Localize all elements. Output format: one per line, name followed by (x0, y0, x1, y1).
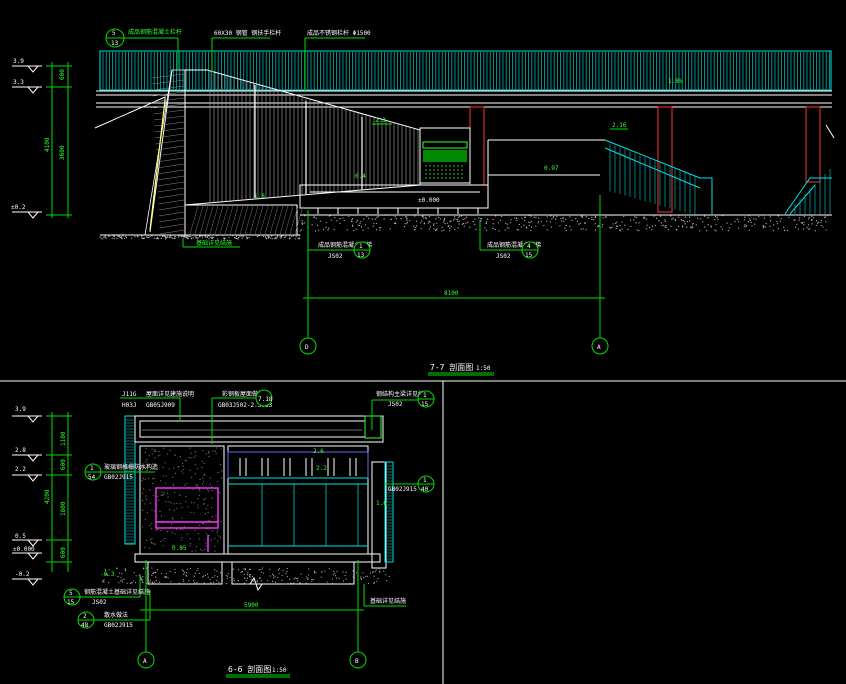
upper-railing-note: 60X30 钢管 钢扶手栏杆 (214, 29, 281, 37)
lower-level-2-8: 2.8 (15, 447, 26, 454)
lower-note-left-std: GB05J909 (146, 402, 175, 409)
lower-lvl-minus-0-3: -0.3 (100, 571, 115, 578)
upper-level-markers: 3.9 3.3 ±0.2 (11, 58, 42, 219)
upper-br-num: 4 (527, 243, 531, 250)
upper-lvl-2-3: 2.3 (375, 117, 386, 124)
lower-note-mid-num: 7.18 (258, 396, 273, 403)
lower-note-left-code: J11G (122, 391, 137, 398)
upper-stair-rail: 0.97 2.16 (487, 122, 832, 216)
lower-lvl-1-6: 1.6 (376, 500, 387, 507)
lower-dim-600a: 600 (60, 459, 67, 470)
lower-title: 6-6 剖面图 (228, 664, 271, 674)
lower-note-left-sub: H03J (122, 402, 136, 409)
upper-title-block: 7-7 剖面图 1:50 (428, 362, 494, 376)
upper-bottom-callouts: 基础详见结施 成品钢筋混凝土楼梯 JS02 1 13 成品钢筋混凝土楼梯 JS0… (182, 220, 541, 260)
upper-planter: 2.3 (372, 117, 471, 184)
upper-section-7-7: 3.9 3.3 ±0.2 600 3600 4100 1.8% 2.3 ±0.0… (11, 28, 835, 376)
lower-n5-label: 钢筋混凝土基础详见结施 (84, 588, 150, 596)
lower-note-left-label: 屋面详见建施说明 (146, 390, 194, 398)
lower-n2-label: 散水做法 (104, 611, 128, 619)
upper-span-8100: 8100 (444, 290, 459, 297)
lower-note-l-num: 1 (90, 465, 94, 472)
upper-columns (469, 106, 835, 213)
lower-span-5900: 5900 (244, 602, 259, 609)
lower-interior-left: 0.85 (139, 445, 225, 555)
upper-level-3-3: 3.3 (13, 79, 24, 86)
lower-level-minus-0-2: -0.2 (15, 571, 30, 578)
lower-note-right-sheet: 15 (421, 401, 429, 408)
lower-dim-600b: 600 (60, 547, 67, 558)
upper-callouts: 5 13 成品钢筋混凝土栏杆 60X30 钢管 钢扶手栏杆 成品不锈钢栏杆 Φ1… (105, 28, 371, 92)
upper-axis-a: A (597, 344, 601, 351)
lower-note-l-sheet: 54 (88, 474, 96, 481)
upper-br-sheet: 15 (525, 252, 533, 259)
upper-floor-slab: ±0.000 0.4 1.8 (184, 173, 489, 236)
upper-left-dimensions: 600 3600 4100 (44, 62, 72, 218)
lower-note-l-std: GB02J915 (104, 474, 133, 481)
lower-title-block: 6-6 剖面图 1:50 (226, 664, 290, 678)
upper-title: 7-7 剖面图 (430, 362, 473, 372)
upper-ref-label: 成品钢筋混凝土栏杆 (128, 28, 182, 36)
lower-bottom-notes: 5 15 钢筋混凝土基础详见结施 JS02 2 48 散水做法 GB02J915… (63, 575, 406, 629)
lower-lvl-2-6: 2.6 (313, 448, 324, 455)
lower-note-r-sheet: 40 (421, 486, 429, 493)
upper-level-3-9: 3.9 (13, 58, 24, 65)
upper-span-dimension: 8100 D A (299, 195, 609, 355)
lower-n5-num: 5 (69, 590, 73, 597)
lower-n2-num: 2 (83, 613, 87, 620)
upper-roof-cladding: 1.8% (96, 50, 832, 108)
lower-section-6-6: 3.9 2.8 2.2 0.5 ±0.000 -0.2 1100 600 180… (12, 389, 435, 678)
upper-scale: 1:50 (476, 365, 491, 372)
lower-dim-4200: 4200 (44, 489, 51, 504)
lower-foundation-note: 基础详见结施 (370, 597, 406, 605)
upper-bolt-note: 成品不锈钢栏杆 Φ1500 (307, 29, 371, 37)
upper-bm-code: JS02 (328, 253, 343, 260)
upper-lvl-2-16: 2.16 (612, 122, 627, 129)
upper-lvl-1-8: 1.8 (254, 193, 265, 200)
lower-top-notes: J11G 屋面详见建施说明 H03J GB05J909 彩钢板屋面做法 GB03… (120, 389, 435, 444)
lower-left-dimensions: 1100 600 1800 600 4200 (44, 412, 72, 572)
upper-lvl-0-000: ±0.000 (418, 197, 440, 204)
lower-note-right-code: JS02 (388, 401, 403, 408)
lower-foundation: -0.3 (100, 553, 390, 592)
upper-ref-num: 5 (112, 30, 116, 37)
upper-roof-slope-note: 1.8% (668, 78, 683, 85)
lower-dim-1800: 1800 (60, 501, 67, 516)
lower-n2-sheet: 48 (81, 622, 89, 629)
lower-lvl-2-2: 2.2 (316, 465, 327, 472)
lower-scale: 1:50 (272, 667, 287, 674)
lower-note-r-num: 1 (423, 477, 427, 484)
lower-level-3-9: 3.9 (15, 406, 26, 413)
upper-lvl-0-4: 0.4 (355, 173, 366, 180)
lower-n5-code: JS02 (92, 599, 107, 606)
lower-building-shell (124, 415, 394, 569)
lower-n5-sheet: 15 (67, 599, 75, 606)
upper-level-minus-0-2: ±0.2 (11, 204, 26, 211)
lower-note-r-std: GB02J915 (388, 486, 417, 493)
upper-foundation-note: 基础详见结施 (196, 239, 232, 247)
lower-dim-1100: 1100 (60, 431, 67, 446)
lower-interior-right: 2.6 2.2 1.6 (227, 445, 387, 555)
upper-dim-600: 600 (59, 69, 66, 80)
upper-axis-d: D (305, 344, 309, 351)
upper-bm-sheet: 13 (357, 252, 365, 259)
cad-drawing-canvas: 3.9 3.3 ±0.2 600 3600 4100 1.8% 2.3 ±0.0… (0, 28, 846, 684)
lower-note-l-label: 玻璃钢格栅防水构造 (104, 463, 158, 471)
lower-level-markers: 3.9 2.8 2.2 0.5 ±0.000 -0.2 (12, 406, 42, 586)
upper-ref-sheet: 13 (111, 40, 119, 47)
upper-lvl-0-97: 0.97 (544, 165, 559, 172)
lower-level-2-2: 2.2 (15, 466, 26, 473)
upper-bm-num: 1 (359, 243, 363, 250)
lower-note-right-num: 1 (423, 392, 427, 399)
lower-axis-a: A (143, 658, 147, 665)
lower-span-dimension: 5900 A B (137, 560, 367, 669)
lower-axis-b: B (355, 658, 359, 665)
lower-level-0-000: ±0.000 (13, 546, 35, 553)
upper-dim-3600: 3600 (59, 145, 66, 160)
lower-lvl-0-85: 0.85 (172, 545, 187, 552)
upper-dim-4100: 4100 (44, 137, 51, 152)
upper-br-code: JS02 (496, 253, 511, 260)
lower-n2-std: GB02J915 (104, 622, 133, 629)
lower-level-0-5: 0.5 (15, 533, 26, 540)
